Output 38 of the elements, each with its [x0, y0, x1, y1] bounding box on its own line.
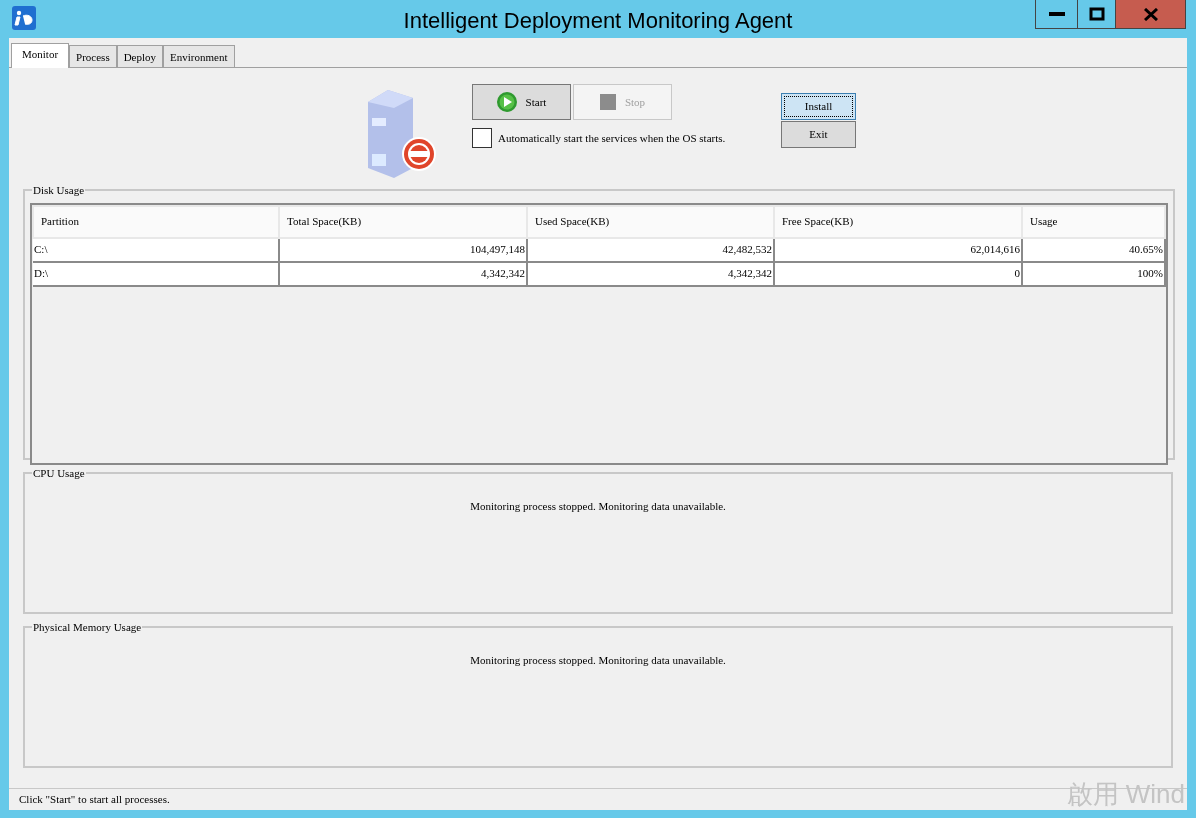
window-title: Intelligent Deployment Monitoring Agent — [403, 7, 793, 35]
checkbox-label: Automatically start the services when the OS starts. — [498, 130, 726, 146]
table-cell: 62,014,616 — [774, 237, 1022, 262]
column-header[interactable]: Total Space(KB) — [279, 205, 527, 238]
play-icon — [496, 92, 517, 112]
table-cell: 104,497,148 — [279, 237, 527, 262]
column-header[interactable]: Usage — [1022, 205, 1165, 238]
maximize-icon — [1088, 7, 1105, 21]
table-cell: 4,342,342 — [527, 261, 774, 286]
side-button[interactable]: Exit — [781, 121, 856, 148]
table-cell: 100% — [1022, 261, 1165, 286]
checkbox[interactable] — [472, 128, 492, 148]
status-message: Monitoring process stopped. Monitoring data unavailable. — [470, 652, 726, 668]
group-title: CPU Usage — [32, 466, 86, 481]
tab[interactable]: Deploy — [116, 45, 164, 67]
start-button[interactable]: Start — [472, 84, 571, 120]
table-cell: C:\ — [33, 237, 279, 262]
group-title: Physical Memory Usage — [32, 620, 143, 635]
close-icon — [1143, 7, 1158, 21]
tab[interactable]: Monitor — [11, 43, 70, 68]
table-cell: 4,342,342 — [279, 261, 527, 286]
close-button[interactable] — [1116, 0, 1185, 28]
column-header[interactable]: Partition — [33, 205, 279, 238]
status-text: Click "Start" to start all processes. — [19, 792, 170, 808]
group-title: Disk Usage — [32, 183, 86, 198]
tab[interactable]: Process — [69, 45, 117, 67]
table-cell: 0 — [774, 261, 1022, 286]
app-logo-icon — [12, 6, 36, 30]
column-header[interactable]: Free Space(KB) — [774, 205, 1022, 238]
minimize-icon — [1048, 12, 1065, 16]
table-cell: 40.65% — [1022, 237, 1165, 262]
tab[interactable]: Environment — [163, 45, 235, 67]
side-button[interactable]: Install — [781, 93, 856, 120]
status-message: Monitoring process stopped. Monitoring data unavailable. — [470, 498, 726, 514]
table-cell: D:\ — [33, 261, 279, 286]
stop-icon — [599, 94, 616, 110]
table-cell: 42,482,532 — [527, 237, 774, 262]
column-header[interactable]: Used Space(KB) — [527, 205, 774, 238]
